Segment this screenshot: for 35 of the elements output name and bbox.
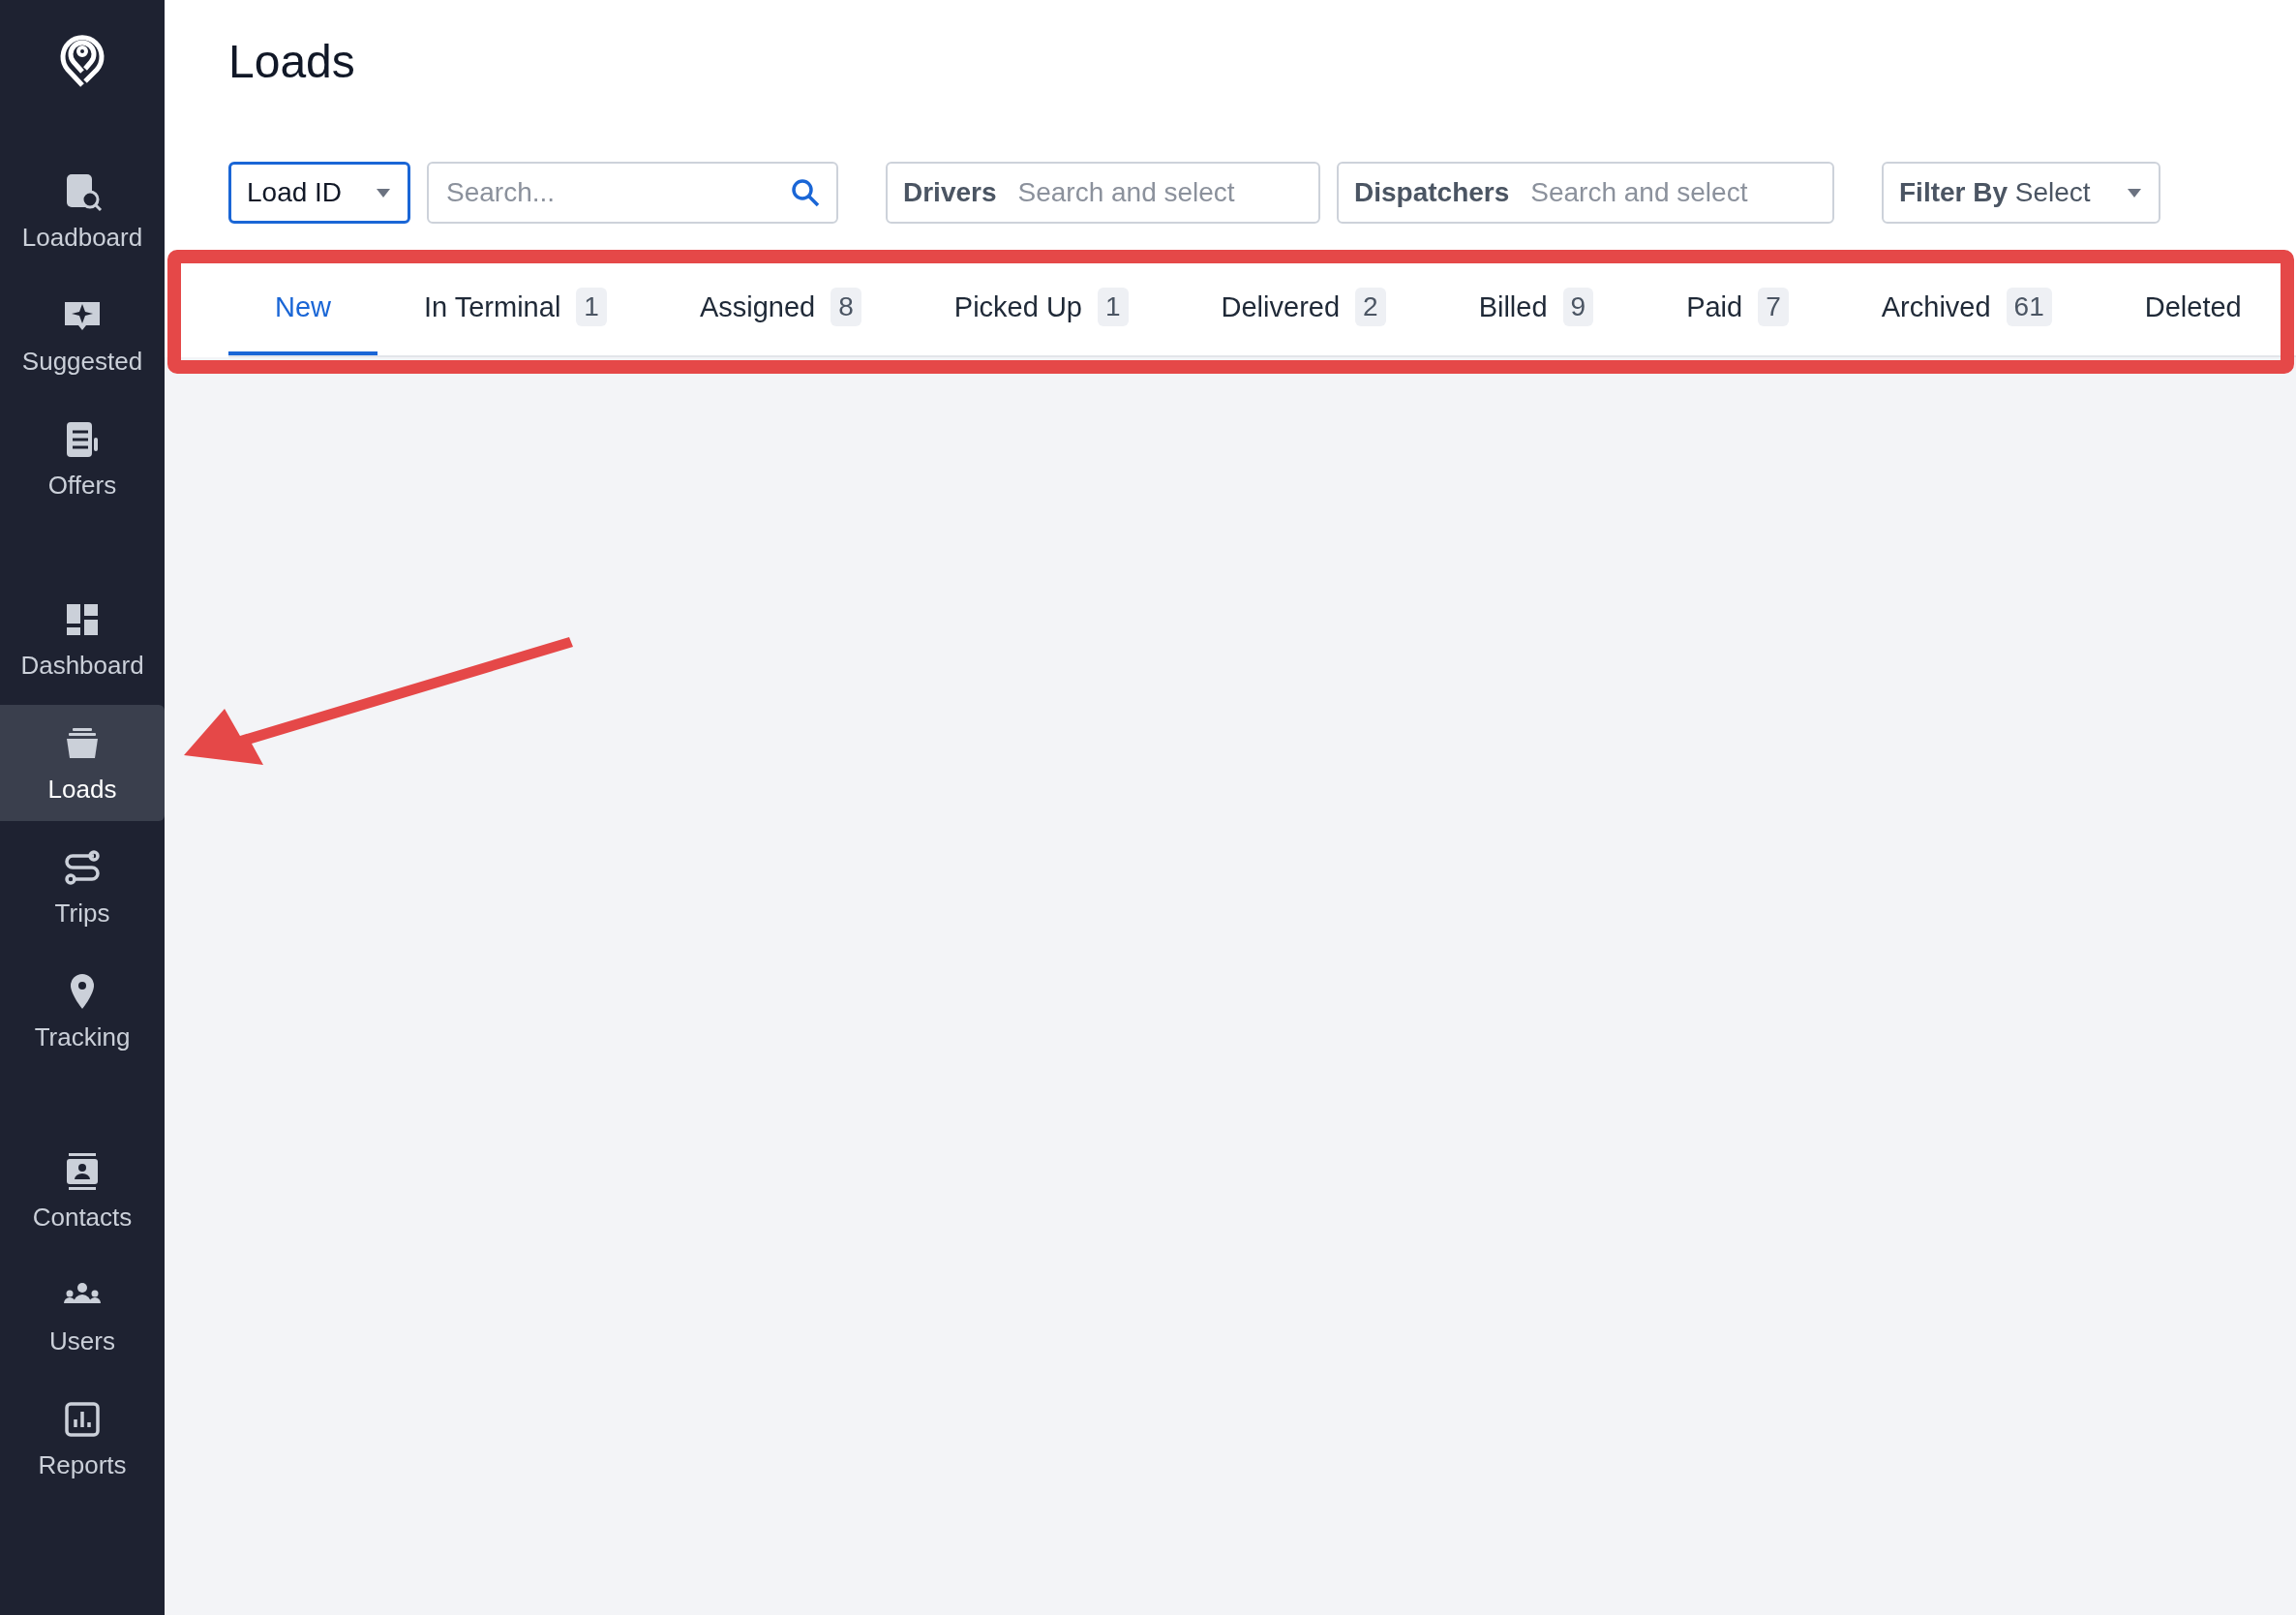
status-tab[interactable]: New — [228, 262, 378, 355]
status-tab[interactable]: In Terminal 1 — [378, 262, 653, 355]
filter-by-select[interactable]: Filter By Select — [1882, 162, 2160, 224]
search-field[interactable]: Search... — [427, 162, 838, 224]
drivers-field[interactable]: Drivers Search and select — [886, 162, 1320, 224]
status-tab[interactable]: Billed 9 — [1432, 262, 1641, 355]
sidebar-item[interactable]: Contacts — [0, 1133, 165, 1249]
search-icon — [790, 177, 821, 208]
caret-icon — [375, 187, 392, 198]
count-badge: 9 — [1562, 288, 1594, 326]
count-badge: 1 — [1097, 288, 1129, 326]
page-title: Loads — [228, 35, 356, 88]
sidebar-item[interactable]: Offers — [0, 401, 165, 517]
sidebar-item[interactable]: Loadboard — [0, 153, 165, 269]
count-badge: 7 — [1758, 288, 1789, 326]
sidebar-item[interactable]: Trips — [0, 829, 165, 945]
count-badge: 1 — [576, 288, 607, 326]
sidebar-item[interactable]: Tracking — [0, 953, 165, 1069]
status-tab[interactable]: Paid 7 — [1640, 262, 1835, 355]
status-tab[interactable]: Archived 61 — [1834, 262, 2099, 355]
caret-icon — [2126, 187, 2143, 198]
status-tab[interactable]: Picked Up 1 — [907, 262, 1175, 355]
status-tab[interactable]: Assigned 8 — [652, 262, 908, 355]
sidebar-item[interactable]: Reports — [0, 1381, 165, 1497]
count-badge: 61 — [2006, 288, 2052, 326]
dispatchers-field[interactable]: Dispatchers Search and select — [1337, 162, 1834, 224]
count-badge: 8 — [831, 288, 861, 326]
sidebar-item[interactable]: Users — [0, 1257, 165, 1373]
status-tab[interactable]: Delivered 2 — [1174, 262, 1433, 355]
status-tab[interactable]: Deleted — [2098, 262, 2288, 355]
sidebar-item[interactable]: Loads — [0, 705, 165, 821]
sidebar-item[interactable]: Suggested — [0, 277, 165, 393]
id-select[interactable]: Load ID — [228, 162, 410, 224]
count-badge: 2 — [1355, 288, 1386, 326]
sidebar-item[interactable]: Dashboard — [0, 581, 165, 697]
